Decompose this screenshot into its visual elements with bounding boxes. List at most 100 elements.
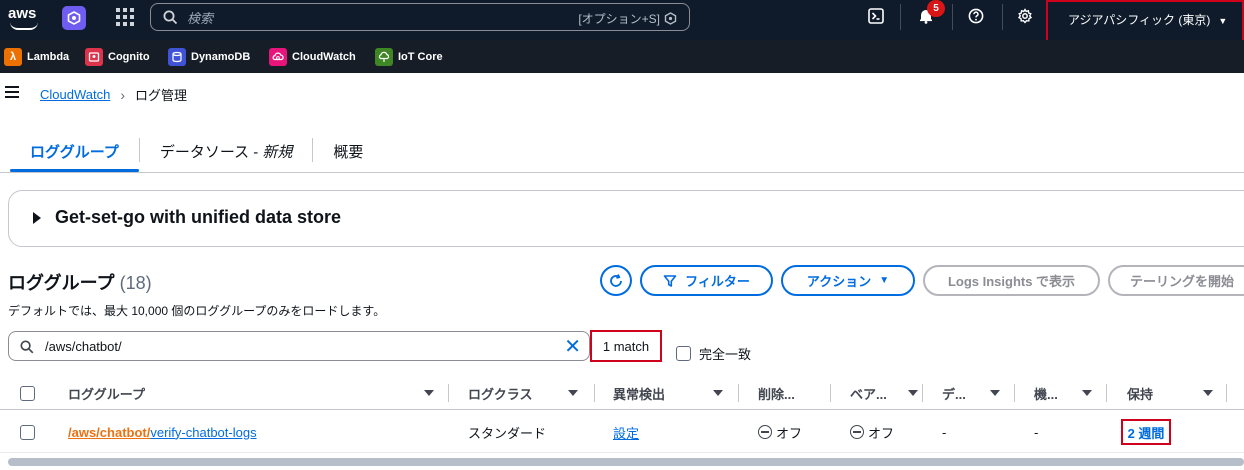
column-header-retention[interactable]: 保持 — [1127, 376, 1221, 410]
cloudwatch-icon — [269, 48, 287, 66]
favorites-bar: λ Lambda Cognito DynamoDB CloudWatch IoT… — [0, 40, 1244, 73]
column-header-bare[interactable]: ベア... — [850, 376, 922, 410]
clear-filter-icon[interactable]: ✕ — [564, 335, 581, 357]
breadcrumb-cloudwatch-link[interactable]: CloudWatch — [40, 87, 110, 102]
breadcrumb: CloudWatch › ログ管理 — [40, 85, 187, 104]
search-shortcut: [オプション+S] — [578, 10, 677, 27]
row-checkbox[interactable] — [20, 424, 35, 440]
nav-divider — [900, 4, 901, 30]
column-log-class-label: ログクラス — [468, 386, 533, 402]
column-header-log-class[interactable]: ログクラス — [468, 376, 588, 410]
column-header-deletion[interactable]: 削除... — [758, 376, 834, 410]
dynamodb-icon — [168, 48, 186, 66]
actions-button-label: アクション — [806, 274, 872, 289]
caret-down-icon: ▼ — [879, 275, 890, 286]
help-icon — [968, 8, 984, 24]
side-nav-toggle-icon[interactable] — [5, 86, 19, 98]
exact-match-checkbox[interactable] — [676, 346, 691, 361]
refresh-icon — [610, 273, 622, 287]
anomaly-configure-link[interactable]: 設定 — [613, 423, 639, 442]
terminal-icon — [868, 8, 884, 24]
search-icon — [163, 10, 178, 25]
sort-caret-icon — [568, 390, 578, 396]
tab-data-sources-label: データソース - — [159, 144, 263, 161]
aws-logo[interactable]: aws — [8, 6, 42, 32]
select-all-checkbox-cell[interactable] — [20, 376, 35, 410]
tab-bar: ロググループ データソース - 新規 概要 — [10, 128, 383, 172]
status-off-icon — [850, 425, 864, 439]
column-divider — [1106, 384, 1107, 402]
settings-button[interactable] — [1011, 0, 1039, 32]
favorite-iot-core[interactable]: IoT Core — [375, 47, 443, 67]
favorite-label: DynamoDB — [191, 51, 251, 63]
log-group-filter-input[interactable]: /aws/chatbot/ ✕ — [8, 331, 590, 361]
deletion-protection-cell: オフ — [758, 411, 802, 453]
horizontal-scrollbar[interactable] — [8, 458, 1244, 466]
search-placeholder: 検索 — [187, 10, 214, 26]
sort-caret-icon — [908, 390, 918, 396]
log-group-name-rest: verify-chatbot-logs — [150, 424, 257, 440]
services-menu-icon[interactable] — [116, 8, 134, 26]
help-button[interactable] — [962, 0, 990, 32]
column-bare-label: ベア... — [850, 386, 887, 402]
column-header-machine[interactable]: 機... — [1034, 376, 1106, 410]
gear-icon — [1017, 8, 1033, 24]
log-group-match-highlight: /aws/chatbot/ — [68, 424, 151, 440]
tab-data-sources[interactable]: データソース - 新規 — [140, 128, 313, 172]
favorite-cognito[interactable]: Cognito — [85, 47, 150, 67]
cloudshell-button[interactable] — [862, 0, 890, 32]
tabs-underline — [0, 172, 1244, 173]
log-groups-heading: ロググループ (18) — [8, 269, 152, 295]
caret-right-icon — [33, 212, 41, 224]
bare-status: オフ — [868, 425, 895, 441]
nav-divider — [952, 4, 953, 30]
row-checkbox-cell[interactable] — [20, 411, 35, 453]
start-tailing-button[interactable]: テーリングを開始 — [1108, 265, 1244, 296]
sort-caret-icon — [1203, 390, 1213, 396]
tab-log-groups[interactable]: ロググループ — [10, 128, 139, 172]
breadcrumb-current: ログ管理 — [135, 88, 188, 103]
column-log-group-label: ロググループ — [68, 386, 145, 402]
exact-match-label: 完全一致 — [699, 347, 752, 362]
refresh-button[interactable] — [600, 265, 632, 296]
column-header-de[interactable]: デ... — [942, 376, 1014, 410]
table-row: /aws/chatbot/verify-chatbot-logs スタンダード … — [0, 411, 1244, 453]
favorite-lambda[interactable]: λ Lambda — [4, 47, 69, 67]
search-icon — [20, 340, 34, 354]
nav-divider — [1002, 4, 1003, 30]
log-groups-count: (18) — [119, 273, 152, 293]
logs-insights-button[interactable]: Logs Insights で表示 — [923, 265, 1100, 296]
actions-dropdown-button[interactable]: アクション ▼ — [781, 265, 915, 296]
log-class-cell: スタンダード — [468, 425, 547, 441]
log-group-link[interactable]: /aws/chatbot/verify-chatbot-logs — [68, 411, 257, 453]
sort-caret-icon — [713, 390, 723, 396]
cognito-icon — [85, 48, 103, 66]
favorite-dynamodb[interactable]: DynamoDB — [168, 47, 250, 67]
de-cell: - — [942, 424, 947, 440]
select-all-checkbox[interactable] — [20, 385, 35, 401]
tab-log-groups-label: ロググループ — [30, 144, 119, 161]
caret-down-icon: ▼ — [1218, 16, 1228, 26]
unified-data-store-expander[interactable]: Get-set-go with unified data store — [8, 190, 1244, 247]
favorite-cloudwatch[interactable]: CloudWatch — [269, 47, 356, 67]
iot-core-icon — [375, 48, 393, 66]
app-switcher-icon[interactable] — [62, 6, 86, 30]
chevron-right-icon: › — [120, 86, 125, 103]
sort-caret-icon — [424, 390, 434, 396]
column-deletion-label: 削除... — [758, 386, 795, 402]
column-machine-label: 機... — [1034, 386, 1058, 402]
column-header-anomaly-detection[interactable]: 異常検出 — [613, 376, 733, 410]
filter-button[interactable]: フィルター — [640, 265, 773, 296]
column-header-log-group[interactable]: ロググループ — [68, 376, 438, 410]
global-search-input[interactable]: 検索 [オプション+S] — [150, 3, 690, 31]
retention-link[interactable]: 2 週間 — [1121, 419, 1171, 445]
anomaly-detection-cell: 設定 — [613, 411, 639, 453]
favorite-label: Lambda — [27, 51, 70, 63]
expander-title: Get-set-go with unified data store — [55, 207, 342, 227]
q-icon — [664, 12, 677, 25]
deletion-status: オフ — [776, 425, 803, 441]
column-divider — [594, 384, 595, 402]
tab-overview[interactable]: 概要 — [313, 128, 383, 172]
machine-cell: - — [1034, 424, 1039, 440]
exact-match-option[interactable]: 完全一致 — [676, 344, 751, 363]
